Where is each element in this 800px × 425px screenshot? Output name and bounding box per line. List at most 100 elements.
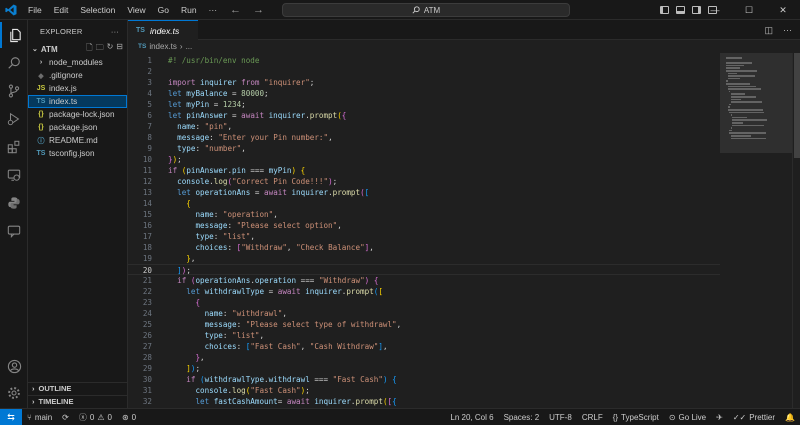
code-editor[interactable]: 1 #! /usr/bin/env node 2 3 import inquirer f… <box>128 53 720 408</box>
toggle-panel-icon[interactable] <box>676 6 685 14</box>
menu-file[interactable]: File <box>22 0 48 20</box>
outline-section[interactable]: › OUTLINE <box>28 382 128 394</box>
menu-go[interactable]: Go <box>152 0 175 20</box>
new-folder-icon[interactable]: 🗀 <box>96 42 104 56</box>
code-line[interactable]: 23 { <box>128 297 720 308</box>
code-line[interactable]: 18 choices: ["Withdraw", "Check Balance"… <box>128 242 720 253</box>
file-item[interactable]: {} package-lock.json <box>28 108 127 121</box>
code-line[interactable]: 17 type: "list", <box>128 231 720 242</box>
code-line[interactable]: 32 let fastCashAmount= await inquirer.pr… <box>128 396 720 407</box>
breadcrumb-more[interactable]: ... <box>186 42 193 51</box>
code-line[interactable]: 9 type: "number", <box>128 143 720 154</box>
timeline-section[interactable]: › TIMELINE <box>28 395 128 407</box>
prettier-indicator[interactable]: ✓✓ Prettier <box>728 413 780 422</box>
chat-icon[interactable] <box>0 218 28 244</box>
explorer-icon[interactable] <box>0 22 28 48</box>
code-line[interactable]: 31 console.log("Fast Cash"); <box>128 385 720 396</box>
code-line[interactable]: 6 let pinAnswer = await inquirer.prompt({ <box>128 110 720 121</box>
code-line[interactable]: 24 name: "withdrawl", <box>128 308 720 319</box>
close-button[interactable]: ✕ <box>766 0 800 20</box>
end-of-line[interactable]: CRLF <box>577 413 608 422</box>
arrow-right-icon[interactable]: → <box>253 4 264 16</box>
line-number: 17 <box>142 232 152 241</box>
scrollbar-thumb[interactable] <box>794 53 800 158</box>
branch-indicator[interactable]: ⑂ main <box>22 413 57 422</box>
command-center-search[interactable]: ATM <box>282 3 570 17</box>
code-line[interactable]: 5 let myPin = 1234; <box>128 99 720 110</box>
source-control-icon[interactable] <box>0 78 28 104</box>
refresh-icon[interactable]: ↻ <box>107 42 114 56</box>
notifications-bell-icon[interactable]: 🔔 <box>780 413 800 422</box>
python-icon[interactable] <box>0 190 28 216</box>
code-line[interactable]: 29 ]); <box>128 363 720 374</box>
remote-explorer-icon[interactable] <box>0 162 28 188</box>
menu-edit[interactable]: Edit <box>48 0 75 20</box>
code-line[interactable]: 7 name: "pin", <box>128 121 720 132</box>
encoding[interactable]: UTF-8 <box>544 413 577 422</box>
copilot-icon[interactable]: ✈ <box>711 413 728 422</box>
ports-indicator[interactable]: ⊛ 0 <box>117 413 141 422</box>
code-line[interactable]: 13 let operationAns = await inquirer.pro… <box>128 187 720 198</box>
code-line[interactable]: 11 if (pinAnswer.pin === myPin) { <box>128 165 720 176</box>
cursor-position[interactable]: Ln 20, Col 6 <box>445 413 498 422</box>
more-actions-icon[interactable]: ··· <box>783 25 792 35</box>
extensions-icon[interactable] <box>0 134 28 160</box>
tab-index-ts[interactable]: TS index.ts <box>128 20 198 40</box>
menu-more[interactable]: ··· <box>203 0 224 20</box>
split-editor-icon[interactable]: ◫ <box>764 25 773 36</box>
code-line[interactable]: 30 if (withdrawlType.withdrawl === "Fast… <box>128 374 720 385</box>
collapse-all-icon[interactable]: ⊟ <box>116 42 123 56</box>
file-item[interactable]: ⓘ README.md <box>28 134 127 147</box>
code-line[interactable]: 14 { <box>128 198 720 209</box>
go-live-button[interactable]: ⊙ Go Live <box>664 413 711 422</box>
code-line[interactable]: 22 let withdrawlType = await inquirer.pr… <box>128 286 720 297</box>
line-number: 15 <box>142 210 152 219</box>
indentation[interactable]: Spaces: 2 <box>499 413 545 422</box>
explorer-more-button[interactable]: ··· <box>111 27 119 36</box>
menu-selection[interactable]: Selection <box>74 0 121 20</box>
toggle-primary-sidebar-icon[interactable] <box>660 6 669 14</box>
code-line[interactable]: 26 type: "list", <box>128 330 720 341</box>
menu-view[interactable]: View <box>121 0 151 20</box>
code-line[interactable]: 15 name: "operation", <box>128 209 720 220</box>
code-line[interactable]: 10}); <box>128 154 720 165</box>
minimap[interactable] <box>720 53 792 408</box>
editor-scrollbar[interactable] <box>792 53 800 408</box>
file-item[interactable]: JS index.js <box>28 82 127 95</box>
problems-indicator[interactable]: ⓧ 0 ⚠ 0 <box>74 412 117 423</box>
code-line[interactable]: 20 ]); <box>128 264 720 275</box>
language-mode[interactable]: {} TypeScript <box>608 413 664 422</box>
file-item[interactable]: › node_modules <box>28 56 127 69</box>
settings-icon[interactable] <box>0 380 28 406</box>
code-line[interactable]: 12 console.log("Correct Pin Code!!!"); <box>128 176 720 187</box>
sync-button[interactable]: ⟳ <box>57 413 74 422</box>
arrow-left-icon[interactable]: ← <box>230 4 241 16</box>
search-icon[interactable] <box>0 50 28 76</box>
line-number: 11 <box>142 166 152 175</box>
code-line[interactable]: 3 import inquirer from "inquirer"; <box>128 77 720 88</box>
code-line[interactable]: 25 message: "Please select type of withd… <box>128 319 720 330</box>
code-line[interactable]: 4 let myBalance = 80000; <box>128 88 720 99</box>
code-line[interactable]: 1 #! /usr/bin/env node <box>128 55 720 66</box>
code-line[interactable]: 16 message: "Please select option", <box>128 220 720 231</box>
file-item[interactable]: {} package.json <box>28 121 127 134</box>
run-debug-icon[interactable] <box>0 106 28 132</box>
menu-run[interactable]: Run <box>175 0 203 20</box>
code-line[interactable]: 27 choices: ["Fast Cash", "Cash Withdraw… <box>128 341 720 352</box>
file-item[interactable]: TS tsconfig.json <box>28 147 127 160</box>
code-line[interactable]: 8 message: "Enter your Pin number:", <box>128 132 720 143</box>
code-line[interactable]: 19 }, <box>128 253 720 264</box>
maximize-button[interactable]: ☐ <box>732 0 766 20</box>
code-line[interactable]: 21 if (operationAns.operation === "Withd… <box>128 275 720 286</box>
file-item[interactable]: TS index.ts <box>28 95 127 108</box>
breadcrumb-file[interactable]: index.ts <box>149 42 177 51</box>
file-item[interactable]: ◆ .gitignore <box>28 69 127 82</box>
minimize-button[interactable]: — <box>698 0 732 20</box>
code-line[interactable]: 28 }, <box>128 352 720 363</box>
new-file-icon[interactable]: 🗋 <box>86 42 92 56</box>
workspace-folder[interactable]: ⌄ ATM 🗋 🗀 ↻ ⊟ <box>28 42 127 56</box>
remote-indicator-icon[interactable]: ⇆ <box>0 408 22 425</box>
code-line[interactable]: 2 <box>128 66 720 77</box>
account-icon[interactable] <box>0 353 28 379</box>
